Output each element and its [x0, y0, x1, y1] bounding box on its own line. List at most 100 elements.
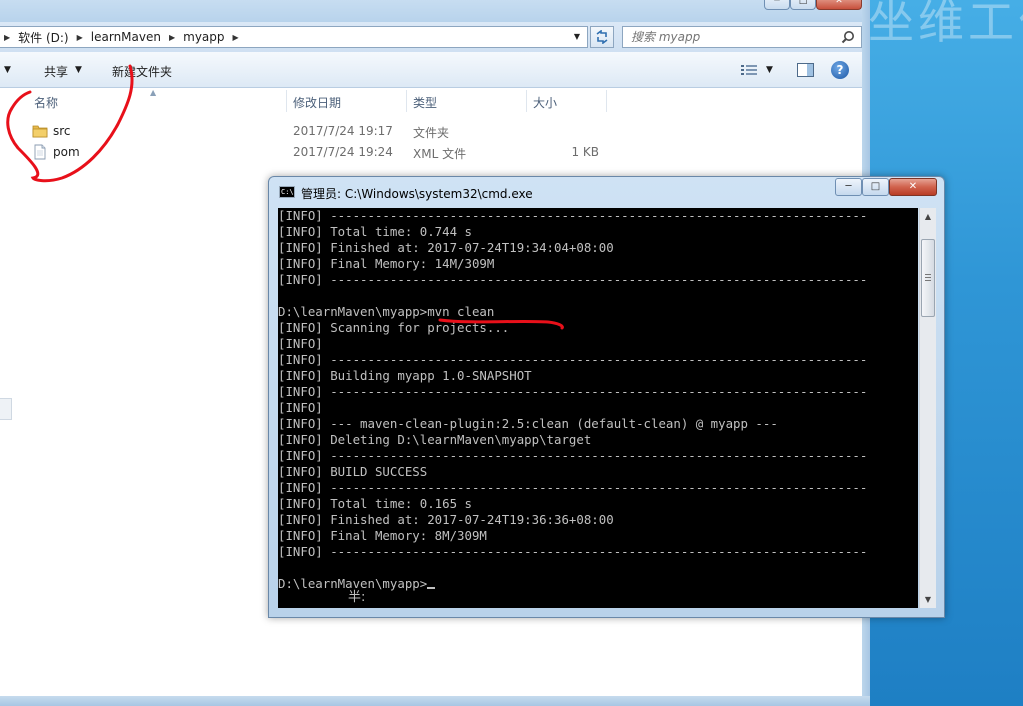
console-line: [INFO]	[278, 400, 918, 416]
file-row-src[interactable]: src 2017/7/24 19:17 文件夹	[28, 121, 628, 141]
breadcrumb-chevron-icon[interactable]: ▶	[73, 33, 87, 42]
address-row: ▶ 软件 (D:) ▶ learnMaven ▶ myapp ▶ ▼	[0, 22, 862, 52]
file-size: 1 KB	[571, 145, 599, 159]
file-name: src	[53, 124, 71, 138]
cmd-close-button[interactable]: ✕	[889, 178, 937, 196]
ime-status-indicator: 半:	[348, 590, 366, 605]
cmd-maximize-button[interactable]: □	[862, 178, 889, 196]
file-modified: 2017/7/24 19:17	[293, 124, 393, 138]
column-divider[interactable]	[526, 90, 527, 112]
view-options-icon[interactable]	[740, 63, 758, 77]
console-line-text: [INFO] Total time: 0.165 s	[278, 496, 472, 511]
cmd-window: C:\ 管理员: C:\Windows\system32\cmd.exe ─ □…	[268, 176, 945, 618]
maximize-button[interactable]: □	[790, 0, 816, 10]
console-line: [INFO] Finished at: 2017-07-24T19:36:36+…	[278, 512, 918, 528]
console-line: [INFO] ---------------------------------…	[278, 448, 918, 464]
console-line: [INFO] Scanning for projects...	[278, 320, 918, 336]
cmd-window-title: 管理员: C:\Windows\system32\cmd.exe	[301, 187, 533, 201]
console-line-text: [INFO] Finished at: 2017-07-24T19:34:04+…	[278, 240, 614, 255]
refresh-button[interactable]	[590, 26, 614, 48]
help-icon[interactable]: ?	[831, 61, 849, 79]
console-line-text: [INFO] ---------------------------------…	[278, 544, 868, 559]
console-line-text: [INFO] ---------------------------------…	[278, 208, 868, 223]
xml-file-icon	[34, 144, 46, 160]
cmd-vertical-scrollbar[interactable]: ▲ ▼	[919, 208, 936, 608]
console-line-text: D:\learnMaven\myapp>mvn clean	[278, 304, 495, 319]
navigation-pane-edge[interactable]	[0, 398, 12, 420]
search-icon[interactable]	[841, 30, 855, 44]
share-button[interactable]: 共享	[44, 63, 68, 80]
view-dropdown-arrow-icon[interactable]: ▼	[766, 65, 773, 75]
new-folder-button[interactable]: 新建文件夹	[112, 63, 172, 80]
console-line: [INFO]	[278, 336, 918, 352]
console-line: [INFO] ---------------------------------…	[278, 544, 918, 560]
file-row-pom[interactable]: pom 2017/7/24 19:24 XML 文件 1 KB	[28, 142, 628, 162]
console-line: D:\learnMaven\myapp>	[278, 576, 918, 592]
cmd-titlebar[interactable]: C:\ 管理员: C:\Windows\system32\cmd.exe ─ □…	[269, 177, 944, 207]
scrollbar-thumb[interactable]	[921, 239, 935, 317]
minimize-button[interactable]: ─	[764, 0, 790, 10]
breadcrumb-chevron-icon[interactable]: ▶	[229, 33, 243, 42]
breadcrumb-chevron-icon[interactable]: ▶	[165, 33, 179, 42]
desktop-wallpaper-text: 坐维工作	[868, 0, 1023, 49]
file-name: pom	[53, 145, 80, 159]
breadcrumb-chevron-icon[interactable]: ▶	[0, 33, 14, 42]
breadcrumb-item[interactable]: learnMaven	[87, 30, 165, 44]
console-line: [INFO] Deleting D:\learnMaven\myapp\targ…	[278, 432, 918, 448]
console-line: [INFO] BUILD SUCCESS	[278, 464, 918, 480]
column-header-modified[interactable]: 修改日期	[293, 94, 341, 111]
console-line: [INFO] --- maven-clean-plugin:2.5:clean …	[278, 416, 918, 432]
cmd-minimize-button[interactable]: ─	[835, 178, 862, 196]
explorer-frame	[0, 696, 870, 706]
console-line-text: [INFO] ---------------------------------…	[278, 272, 868, 287]
folder-icon	[32, 125, 48, 138]
breadcrumb-item[interactable]: myapp	[179, 30, 228, 44]
console-line: [INFO] Total time: 0.744 s	[278, 224, 918, 240]
console-line-text: [INFO] ---------------------------------…	[278, 480, 868, 495]
console-line: [INFO] ---------------------------------…	[278, 208, 918, 224]
console-line: [INFO] Final Memory: 14M/309M	[278, 256, 918, 272]
column-header-type[interactable]: 类型	[413, 94, 437, 111]
preview-pane-icon[interactable]	[797, 63, 814, 77]
column-divider[interactable]	[606, 90, 607, 112]
scroll-down-arrow-icon[interactable]: ▼	[920, 591, 936, 608]
console-line-text: [INFO]	[278, 400, 323, 415]
search-box[interactable]	[622, 26, 862, 48]
console-line-text: [INFO] BUILD SUCCESS	[278, 464, 428, 479]
console-line: [INFO] Finished at: 2017-07-24T19:34:04+…	[278, 240, 918, 256]
sort-ascending-icon: ▲	[150, 88, 157, 97]
console-line-text: [INFO] ---------------------------------…	[278, 448, 868, 463]
console-output[interactable]: [INFO] ---------------------------------…	[278, 208, 918, 608]
console-line: [INFO] ---------------------------------…	[278, 352, 918, 368]
organize-dropdown-arrow-icon[interactable]: ▼	[4, 65, 11, 75]
scroll-up-arrow-icon[interactable]: ▲	[920, 208, 936, 225]
console-line: [INFO] Building myapp 1.0-SNAPSHOT	[278, 368, 918, 384]
console-line-text: [INFO] Total time: 0.744 s	[278, 224, 472, 239]
console-line: D:\learnMaven\myapp>mvn clean	[278, 304, 918, 320]
column-divider[interactable]	[286, 90, 287, 112]
console-line: [INFO] ---------------------------------…	[278, 384, 918, 400]
column-header-name[interactable]: 名称	[34, 94, 58, 111]
file-type: XML 文件	[413, 147, 467, 161]
console-line-text: [INFO] ---------------------------------…	[278, 384, 868, 399]
column-header-size[interactable]: 大小	[533, 94, 557, 111]
breadcrumb: 软件 (D:) ▶ learnMaven ▶ myapp ▶	[14, 29, 243, 46]
breadcrumb-item[interactable]: 软件 (D:)	[14, 29, 72, 46]
share-dropdown-arrow-icon[interactable]: ▼	[75, 65, 82, 75]
console-line-text: [INFO] Deleting D:\learnMaven\myapp\targ…	[278, 432, 592, 447]
command-bar: ▼ 共享 ▼ 新建文件夹 ▼ ?	[0, 52, 862, 88]
address-bar[interactable]: ▶ 软件 (D:) ▶ learnMaven ▶ myapp ▶ ▼	[0, 26, 588, 48]
close-button[interactable]: ✕	[816, 0, 862, 10]
console-line: [INFO] Final Memory: 8M/309M	[278, 528, 918, 544]
console-lines: [INFO] ---------------------------------…	[278, 208, 918, 592]
address-history-dropdown-icon[interactable]: ▼	[571, 30, 583, 44]
column-divider[interactable]	[406, 90, 407, 112]
console-line-text: [INFO] ---------------------------------…	[278, 352, 868, 367]
console-line: [INFO] ---------------------------------…	[278, 480, 918, 496]
console-app-icon[interactable]: C:\	[279, 186, 295, 198]
console-line-text: [INFO] Final Memory: 8M/309M	[278, 528, 487, 543]
text-cursor	[427, 587, 436, 589]
search-input[interactable]	[623, 27, 835, 47]
